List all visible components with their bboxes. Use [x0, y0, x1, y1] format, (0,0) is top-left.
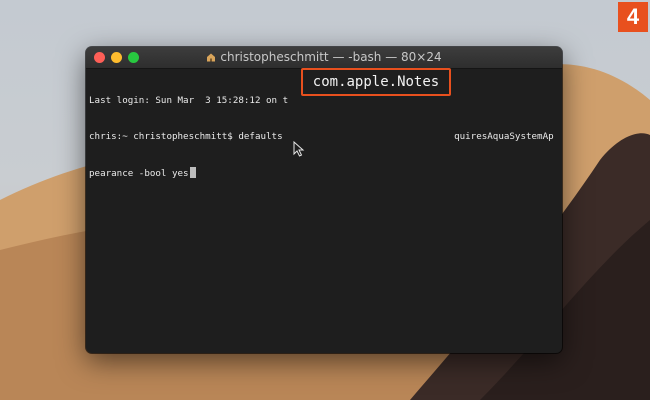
window-titlebar[interactable]: christopheschmitt — -bash — 80×24: [86, 47, 562, 69]
callout-highlight: com.apple.Notes: [301, 68, 451, 96]
mouse-pointer-icon: [293, 141, 305, 157]
terminal-line: Last login: Sun Mar 3 15:28:12 on t: [89, 95, 289, 106]
block-cursor: [189, 167, 196, 178]
terminal-line: pearance -bool yes: [89, 167, 558, 179]
step-number-badge: 4: [618, 2, 648, 32]
terminal-window[interactable]: christopheschmitt — -bash — 80×24 Last l…: [86, 47, 562, 353]
window-title-container: christopheschmitt — -bash — 80×24: [86, 50, 562, 64]
home-folder-icon: [207, 53, 216, 62]
terminal-line-text: pearance -bool yes: [89, 168, 189, 179]
window-title: christopheschmitt — -bash — 80×24: [220, 50, 442, 64]
terminal-line: chris:~ christopheschmitt$ defaults quir…: [89, 131, 554, 142]
